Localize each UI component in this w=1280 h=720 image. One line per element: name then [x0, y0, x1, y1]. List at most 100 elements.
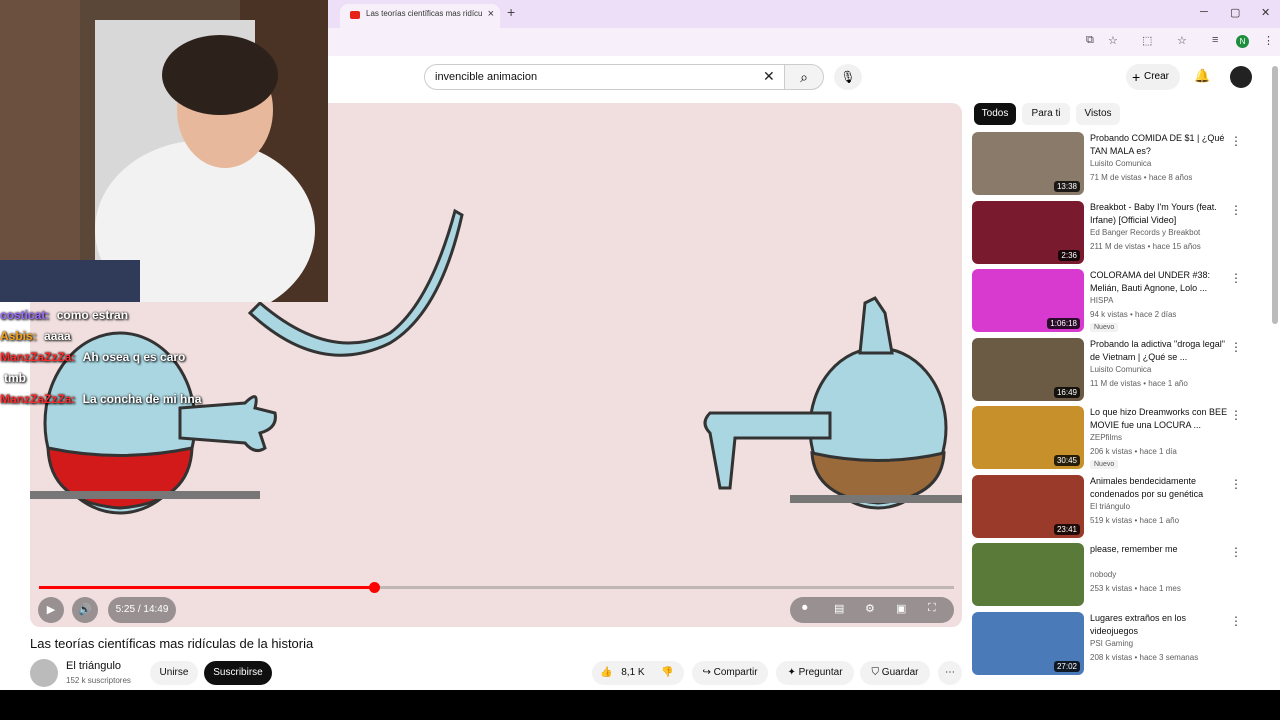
video-thumbnail[interactable]: 16:49 — [972, 337, 1084, 401]
duration-badge: 16:49 — [1053, 386, 1080, 398]
more-options-icon[interactable]: ⋮ — [1230, 614, 1242, 628]
player-right-controls: ⏺ ▤ ⚙ ▣ ⛶ — [790, 597, 954, 623]
more-options-icon[interactable]: ⋮ — [1230, 134, 1242, 148]
video-thumbnail[interactable]: 1:06:18 — [972, 269, 1084, 332]
rec-title[interactable]: Probando la adictiva "droga legal" de Vi… — [1090, 338, 1230, 364]
video-thumbnail[interactable]: 13:38 — [972, 132, 1084, 195]
join-button[interactable]: Unirse — [150, 661, 198, 685]
rec-title[interactable]: please, remember me — [1090, 543, 1230, 556]
more-options-icon[interactable]: ⋮ — [1230, 271, 1242, 285]
video-thumbnail[interactable]: 23:41 — [972, 474, 1084, 538]
play-button[interactable]: ▶ — [38, 597, 64, 623]
volume-icon: 🔊 — [78, 604, 92, 616]
recommended-video[interactable]: 23:41 Animales bendecidamente condenados … — [972, 474, 1262, 539]
tab-close-icon[interactable]: × — [488, 8, 494, 20]
save-label: Guardar — [881, 667, 919, 678]
rec-title[interactable]: Probando COMIDA DE $1 | ¿Qué TAN MALA es… — [1090, 132, 1230, 158]
maximize-button[interactable]: ▢ — [1230, 6, 1240, 19]
more-options-icon[interactable]: ⋮ — [1230, 408, 1242, 422]
fullscreen-icon[interactable]: ⛶ — [928, 602, 936, 615]
browser-tab[interactable]: Las teorías científicas mas ridícu × — [340, 4, 500, 28]
time-display: 5:25 / 14:49 — [108, 597, 176, 623]
rec-title[interactable]: Lo que hizo Dreamworks con BEE MOVIE fue… — [1090, 406, 1230, 432]
browser-menu-icon[interactable]: ⋮ — [1263, 34, 1274, 47]
extensions-icon[interactable]: ⬚ — [1142, 34, 1152, 47]
rec-meta: 206 k vistas • hace 1 día — [1090, 447, 1177, 456]
share-icon: ↪ — [702, 667, 714, 678]
user-avatar[interactable] — [1230, 66, 1252, 88]
chat-message: Asbis: aaaa — [0, 326, 330, 347]
rec-title[interactable]: Animales bendecidamente condenados por s… — [1090, 475, 1230, 501]
chip-0[interactable]: Todos — [974, 103, 1016, 125]
save-button[interactable]: ⛉ Guardar — [860, 661, 930, 685]
like-count[interactable]: 8,1 K — [621, 667, 644, 678]
notifications-bell-icon[interactable]: 🔔 — [1194, 68, 1210, 84]
like-icon[interactable]: 👍 — [600, 667, 612, 678]
settings-gear-icon[interactable]: ⚙ — [865, 602, 875, 615]
channel-avatar[interactable] — [30, 659, 58, 687]
duration-badge: 2:36 — [1058, 249, 1080, 261]
rec-meta: 94 k vistas • hace 2 días — [1090, 310, 1177, 319]
duration-badge: 13:38 — [1053, 181, 1080, 192]
clear-search-icon[interactable]: ✕ — [763, 68, 775, 85]
progress-bar[interactable] — [39, 582, 954, 593]
browser-profile-avatar[interactable]: N — [1236, 35, 1249, 48]
more-options-icon[interactable]: ⋮ — [1230, 477, 1242, 491]
create-label: Crear — [1144, 71, 1170, 82]
ask-button[interactable]: ✦ Preguntar — [776, 661, 854, 685]
share-label: Compartir — [713, 667, 758, 678]
volume-button[interactable]: 🔊 — [72, 597, 98, 623]
video-thumbnail[interactable]: 30:45 — [972, 406, 1084, 469]
subtitles-icon[interactable]: ▤ — [834, 602, 844, 615]
rec-channel: PSI Gaming — [1090, 638, 1134, 648]
recommended-video[interactable]: 1:06:18 COLORAMA del UNDER #38: Melián, B… — [972, 269, 1262, 333]
recommended-video[interactable]: 16:49 Probando la adictiva "droga legal" … — [972, 337, 1262, 402]
search-button[interactable]: ⌕ — [784, 64, 824, 90]
more-options-icon[interactable]: ⋮ — [1230, 545, 1242, 559]
media-control-icon[interactable]: ≡ — [1212, 34, 1218, 46]
recommended-video[interactable]: 2:36 Breakbot - Baby I'm Yours (feat. Irf… — [972, 200, 1262, 265]
recommended-video[interactable]: 30:45 Lo que hizo Dreamworks con BEE MOVI… — [972, 406, 1262, 470]
rec-channel: El triángulo — [1090, 501, 1131, 511]
more-options-icon[interactable]: ⋮ — [1230, 203, 1242, 217]
bookmark-star-icon[interactable]: ☆ — [1108, 34, 1118, 47]
close-window-button[interactable]: ✕ — [1261, 6, 1270, 19]
recommended-video[interactable]: 13:38 Probando COMIDA DE $1 | ¿Qué TAN MA… — [972, 132, 1262, 196]
install-icon[interactable]: ⧉ — [1086, 34, 1094, 47]
miniplayer-icon[interactable]: ▣ — [896, 602, 906, 615]
dislike-icon[interactable]: 👎 — [661, 667, 673, 678]
rec-title[interactable]: Breakbot - Baby I'm Yours (feat. Irfane)… — [1090, 201, 1230, 227]
new-tab-button[interactable]: + — [507, 4, 515, 20]
chip-2[interactable]: Vistos — [1076, 103, 1120, 125]
video-thumbnail[interactable]: 2:36 — [972, 200, 1084, 264]
chat-message: ManzZaZzZa: Ah osea q es caro — [0, 347, 330, 368]
video-thumbnail[interactable] — [972, 543, 1084, 606]
sparkle-icon: ✦ — [787, 667, 799, 678]
video-thumbnail[interactable]: 27:02 — [972, 611, 1084, 675]
rec-meta: 253 k vistas • hace 1 mes — [1090, 584, 1181, 593]
minimize-button[interactable]: ─ — [1200, 6, 1208, 18]
recommended-video[interactable]: 27:02 Lugares extraños en los videojuegos… — [972, 611, 1262, 676]
chat-message: costicat: como estran — [0, 305, 330, 326]
plus-icon: + — [1132, 69, 1141, 85]
video-title: Las teorías científicas mas ridículas de… — [30, 636, 314, 651]
voice-search-button[interactable]: 🎙 — [834, 64, 862, 90]
channel-name[interactable]: El triángulo — [66, 660, 121, 672]
rec-meta: 208 k vistas • hace 3 semanas — [1090, 652, 1199, 662]
favorites-icon[interactable]: ☆ — [1177, 34, 1187, 47]
duration-badge: 27:02 — [1053, 660, 1080, 672]
rec-title[interactable]: Lugares extraños en los videojuegos — [1090, 612, 1230, 638]
chat-text: La concha de mi hna — [82, 392, 202, 406]
progress-scrubber[interactable] — [368, 582, 380, 593]
share-button[interactable]: ↪ Compartir — [692, 661, 768, 685]
create-button[interactable]: + Crear — [1126, 64, 1180, 90]
subscribe-button[interactable]: Suscribirse — [204, 661, 272, 685]
autoplay-toggle-icon[interactable]: ⏺ — [802, 602, 808, 615]
chip-1[interactable]: Para ti — [1022, 103, 1070, 125]
page-scrollbar[interactable] — [1272, 66, 1278, 324]
more-options-icon[interactable]: ⋮ — [1230, 340, 1242, 354]
search-input[interactable]: invencible animacion — [424, 64, 784, 90]
recommended-video[interactable]: please, remember me nobody 253 k vistas • … — [972, 543, 1262, 607]
more-actions-button[interactable]: ⋯ — [938, 661, 962, 685]
rec-title[interactable]: COLORAMA del UNDER #38: Melián, Bauti Ag… — [1090, 269, 1230, 295]
